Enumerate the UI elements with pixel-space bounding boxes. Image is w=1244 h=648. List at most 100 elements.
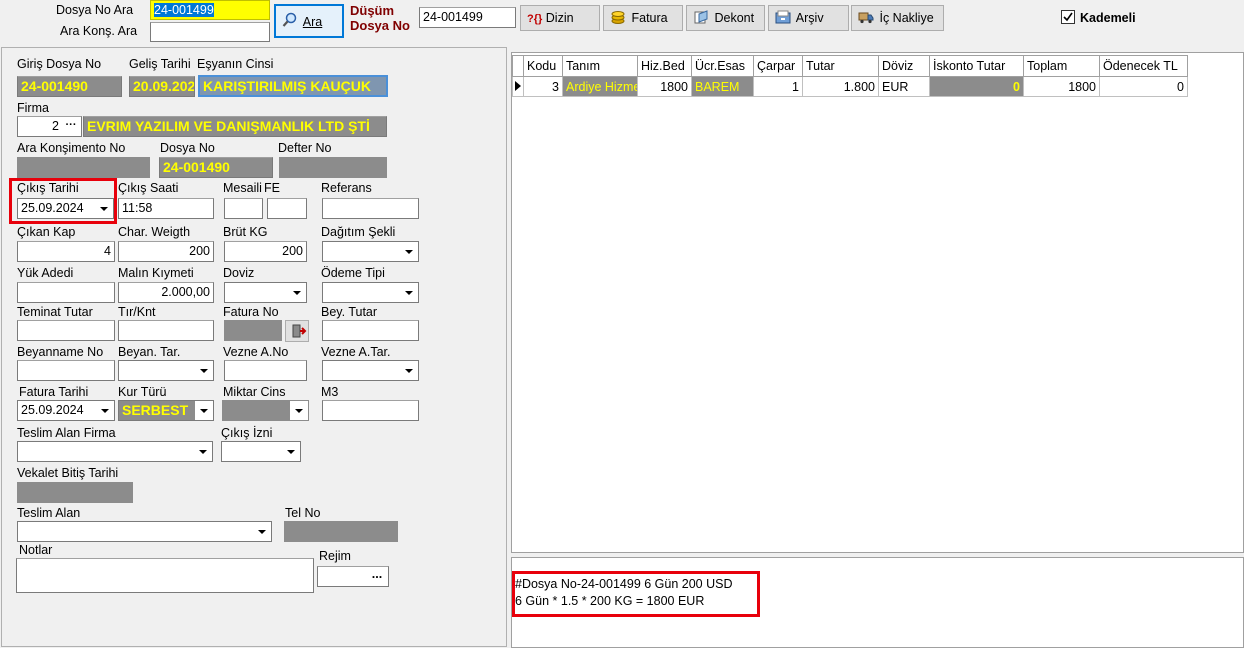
arsiv-button[interactable]: Arşiv [768, 5, 849, 31]
grid-col-tanim[interactable]: Tanım [562, 55, 638, 77]
search-icon [282, 8, 298, 27]
chevron-down-icon[interactable] [195, 401, 213, 420]
grid-col-hiz-bed[interactable]: Hiz.Bed [637, 55, 692, 77]
coins-icon [610, 8, 626, 24]
fe-input[interactable] [267, 198, 307, 219]
vezne-a-no-input[interactable] [224, 360, 307, 381]
ara-button[interactable]: Ara [274, 4, 344, 38]
referans-label: Referans [321, 181, 372, 195]
cell-tanim[interactable]: Ardiye Hizmet [562, 76, 638, 97]
grid-header-row: Kodu Tanım Hiz.Bed Ücr.Esas Çarpar Tutar… [512, 55, 1188, 77]
grid-col-kodu[interactable]: Kodu [523, 55, 563, 77]
chevron-down-icon[interactable] [400, 283, 418, 302]
dekont-button[interactable]: Dekont [686, 5, 765, 31]
teminat-tutar-label: Teminat Tutar [17, 305, 93, 319]
grid-col-toplam[interactable]: Toplam [1023, 55, 1100, 77]
beyan-tar-picker[interactable] [118, 360, 214, 381]
grid-indicator-header [512, 55, 524, 77]
cell-iskonto-tutar[interactable]: 0 [929, 76, 1024, 97]
cell-toplam[interactable]: 1800 [1023, 76, 1100, 97]
chevron-down-icon[interactable] [400, 361, 418, 380]
chevron-down-icon[interactable] [195, 361, 213, 380]
esyanin-cinsi-field: KARIŞTIRILMIŞ KAUÇUK [198, 75, 388, 97]
grid-col-iskonto-tutar[interactable]: İskonto Tutar [929, 55, 1024, 77]
notlar-textarea[interactable] [16, 558, 314, 593]
firma-lookup-button[interactable]: ··· [62, 118, 80, 135]
fe-label: FE [264, 181, 280, 195]
char-weigth-input[interactable]: 200 [118, 241, 214, 262]
referans-input[interactable] [322, 198, 419, 219]
miktar-cins-label: Miktar Cins [223, 385, 286, 399]
dagitim-sekli-select[interactable] [322, 241, 419, 262]
table-row[interactable]: 3 Ardiye Hizmet 1800 BAREM 1 1.800 EUR 0… [512, 76, 1188, 97]
fatura-tarihi-picker[interactable]: 25.09.2024 [17, 400, 115, 421]
dosya-no-ara-value: 24-001499 [154, 3, 214, 17]
dusum-dosya-no-label: Dosya No [350, 18, 410, 33]
beyanname-no-label: Beyanname No [17, 345, 104, 359]
fatura-button[interactable]: Fatura [603, 5, 683, 31]
cikis-saati-input[interactable]: 11:58 [118, 198, 214, 219]
cell-hiz-bed[interactable]: 1800 [637, 76, 692, 97]
cell-odenecek-tl[interactable]: 0 [1099, 76, 1188, 97]
gelis-tarihi-field: 20.09.2024 [129, 76, 195, 97]
annotation-highlight-cikis-tarihi [9, 178, 117, 224]
brut-kg-input[interactable]: 200 [224, 241, 307, 262]
tir-knt-input[interactable] [118, 320, 214, 341]
m3-input[interactable] [322, 400, 419, 421]
chevron-down-icon[interactable] [282, 442, 300, 461]
giris-dosya-no-label: Giriş Dosya No [17, 57, 102, 71]
grid-col-tutar[interactable]: Tutar [802, 55, 879, 77]
chevron-down-icon[interactable] [288, 283, 306, 302]
grid-col-carpar[interactable]: Çarpar [753, 55, 803, 77]
doviz-select[interactable] [224, 282, 307, 303]
ic-nakliye-button[interactable]: İç Nakliye [851, 5, 944, 31]
cikis-izni-select[interactable] [221, 441, 301, 462]
malin-kiymeti-input[interactable]: 2.000,00 [118, 282, 214, 303]
teminat-tutar-input[interactable] [17, 320, 115, 341]
chevron-down-icon[interactable] [290, 401, 308, 420]
truck-icon [858, 8, 874, 24]
m3-label: M3 [321, 385, 339, 399]
doviz-label: Doviz [223, 266, 255, 280]
cell-carpar[interactable]: 1 [753, 76, 803, 97]
vezne-a-no-label: Vezne A.No [223, 345, 289, 359]
mesaili-input[interactable] [224, 198, 263, 219]
teslim-alan-select[interactable] [17, 521, 272, 542]
gelis-tarihi-label: Geliş Tarihi [129, 57, 191, 71]
fatura-no-button[interactable] [285, 320, 309, 342]
mesaili-label: Mesaili [223, 181, 262, 195]
cell-tutar[interactable]: 1.800 [802, 76, 879, 97]
dosya-no-ara-input[interactable]: 24-001499 [150, 0, 270, 20]
dusum-dosya-no-input[interactable]: 24-001499 [419, 7, 516, 28]
miktar-cins-select[interactable] [222, 400, 309, 421]
kur-turu-select[interactable]: SERBEST [118, 400, 214, 421]
chevron-down-icon[interactable] [96, 401, 114, 420]
beyanname-no-input[interactable] [17, 360, 115, 381]
cell-ucr-esas[interactable]: BAREM [691, 76, 754, 97]
grid-col-ucr-esas[interactable]: Ücr.Esas [691, 55, 754, 77]
row-pointer-icon [512, 76, 524, 97]
yuk-adedi-input[interactable] [17, 282, 115, 303]
cikan-kap-input[interactable]: 4 [17, 241, 115, 262]
dizin-label: Dizin [545, 11, 574, 25]
cell-doviz[interactable]: EUR [878, 76, 930, 97]
grid-col-odenecek-tl[interactable]: Ödenecek TL [1099, 55, 1188, 77]
vezne-a-tar-picker[interactable] [322, 360, 419, 381]
bey-tutar-input[interactable] [322, 320, 419, 341]
cell-kodu[interactable]: 3 [523, 76, 563, 97]
chevron-down-icon[interactable] [253, 522, 271, 541]
dizin-button[interactable]: ?{} Dizin [520, 5, 600, 31]
ara-konsimento-field [17, 157, 150, 178]
odeme-tipi-select[interactable] [322, 282, 419, 303]
rejim-lookup-button[interactable]: ... [368, 567, 386, 585]
archive-icon [775, 8, 791, 24]
chevron-down-icon[interactable] [400, 242, 418, 261]
defter-no-label: Defter No [278, 141, 332, 155]
rejim-input[interactable]: ... [317, 566, 389, 587]
grid-col-doviz[interactable]: Döviz [878, 55, 930, 77]
chevron-down-icon[interactable] [194, 442, 212, 461]
kur-turu-value: SERBEST [122, 402, 189, 418]
ara-kons-input[interactable] [150, 22, 270, 42]
kademeli-checkbox[interactable] [1061, 10, 1075, 24]
teslim-alan-firma-select[interactable] [17, 441, 213, 462]
